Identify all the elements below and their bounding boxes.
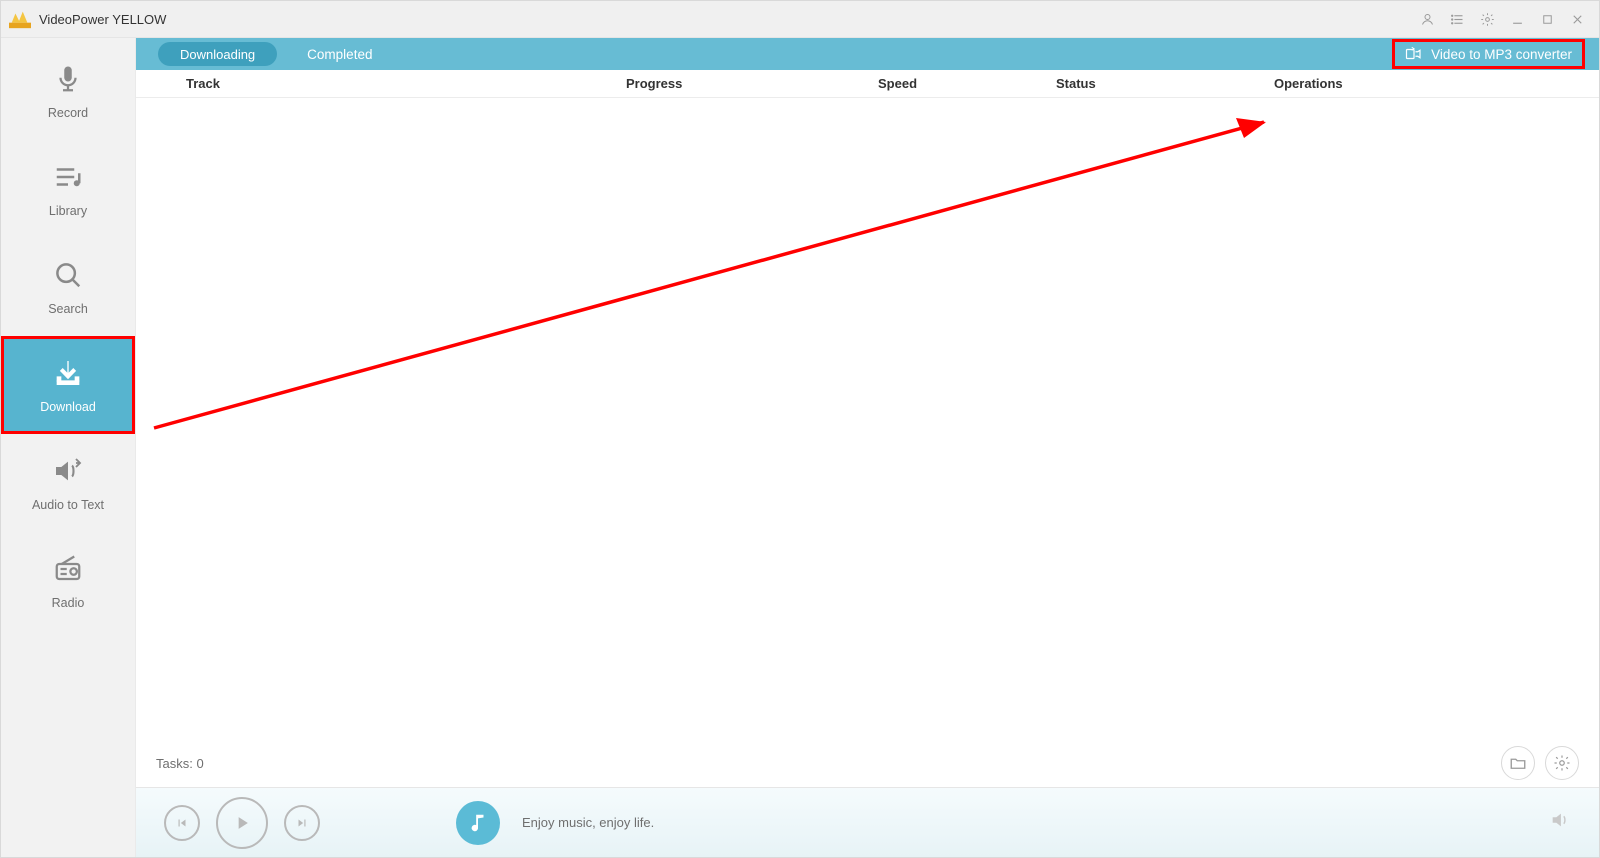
sidebar-item-library[interactable]: Library	[1, 140, 135, 238]
app-title: VideoPower YELLOW	[39, 12, 166, 27]
tab-completed[interactable]: Completed	[307, 47, 372, 62]
download-list-empty	[136, 98, 1599, 739]
col-header-operations[interactable]: Operations	[1274, 76, 1599, 91]
sidebar: Record Library Search Download	[1, 38, 136, 857]
column-headers: Track Progress Speed Status Operations	[136, 70, 1599, 98]
titlebar: VideoPower YELLOW	[1, 1, 1599, 38]
sidebar-item-label: Audio to Text	[32, 498, 104, 512]
tab-label: Completed	[307, 47, 372, 62]
annotation-highlight-convert: Video to MP3 converter	[1392, 39, 1585, 69]
sidebar-item-audio-to-text[interactable]: Audio to Text	[1, 434, 135, 532]
minimize-button[interactable]	[1505, 7, 1529, 31]
download-icon	[51, 356, 85, 390]
app-window: VideoPower YELLOW Record Library	[0, 0, 1600, 858]
play-button[interactable]	[216, 797, 268, 849]
radio-icon	[51, 552, 85, 586]
close-button[interactable]	[1565, 7, 1589, 31]
sidebar-item-label: Radio	[52, 596, 85, 610]
search-icon	[51, 258, 85, 292]
col-header-track[interactable]: Track	[186, 76, 626, 91]
sidebar-item-download[interactable]: Download	[1, 336, 135, 434]
sidebar-item-search[interactable]: Search	[1, 238, 135, 336]
microphone-icon	[51, 62, 85, 96]
convert-icon	[1405, 45, 1423, 63]
sidebar-item-label: Record	[48, 106, 88, 120]
sidebar-item-record[interactable]: Record	[1, 42, 135, 140]
main-panel: Downloading Completed Video to MP3 conve…	[136, 38, 1599, 857]
tasks-count: Tasks: 0	[156, 756, 204, 771]
sidebar-item-label: Library	[49, 204, 87, 218]
audio-to-text-icon	[51, 454, 85, 488]
annotation-arrow	[136, 98, 1600, 738]
tab-label: Downloading	[180, 47, 255, 62]
convert-label: Video to MP3 converter	[1431, 47, 1572, 62]
video-to-mp3-button[interactable]: Video to MP3 converter	[1397, 41, 1580, 67]
sidebar-item-radio[interactable]: Radio	[1, 532, 135, 630]
settings-button[interactable]	[1545, 746, 1579, 780]
volume-button[interactable]	[1549, 809, 1571, 836]
main-footer: Tasks: 0	[136, 739, 1599, 787]
maximize-button[interactable]	[1535, 7, 1559, 31]
topbar: Downloading Completed Video to MP3 conve…	[136, 38, 1599, 70]
col-header-speed[interactable]: Speed	[878, 76, 1056, 91]
sidebar-item-label: Download	[40, 400, 96, 414]
library-icon	[51, 160, 85, 194]
open-folder-button[interactable]	[1501, 746, 1535, 780]
player-bar: Enjoy music, enjoy life.	[136, 787, 1599, 857]
prev-track-button[interactable]	[164, 805, 200, 841]
col-header-status[interactable]: Status	[1056, 76, 1274, 91]
music-note-icon	[456, 801, 500, 845]
col-header-progress[interactable]: Progress	[626, 76, 878, 91]
tab-downloading[interactable]: Downloading	[158, 42, 277, 66]
sidebar-item-label: Search	[48, 302, 88, 316]
app-logo-icon	[9, 8, 31, 30]
next-track-button[interactable]	[284, 805, 320, 841]
player-slogan: Enjoy music, enjoy life.	[522, 815, 654, 830]
list-icon[interactable]	[1445, 7, 1469, 31]
gear-icon[interactable]	[1475, 7, 1499, 31]
account-icon[interactable]	[1415, 7, 1439, 31]
